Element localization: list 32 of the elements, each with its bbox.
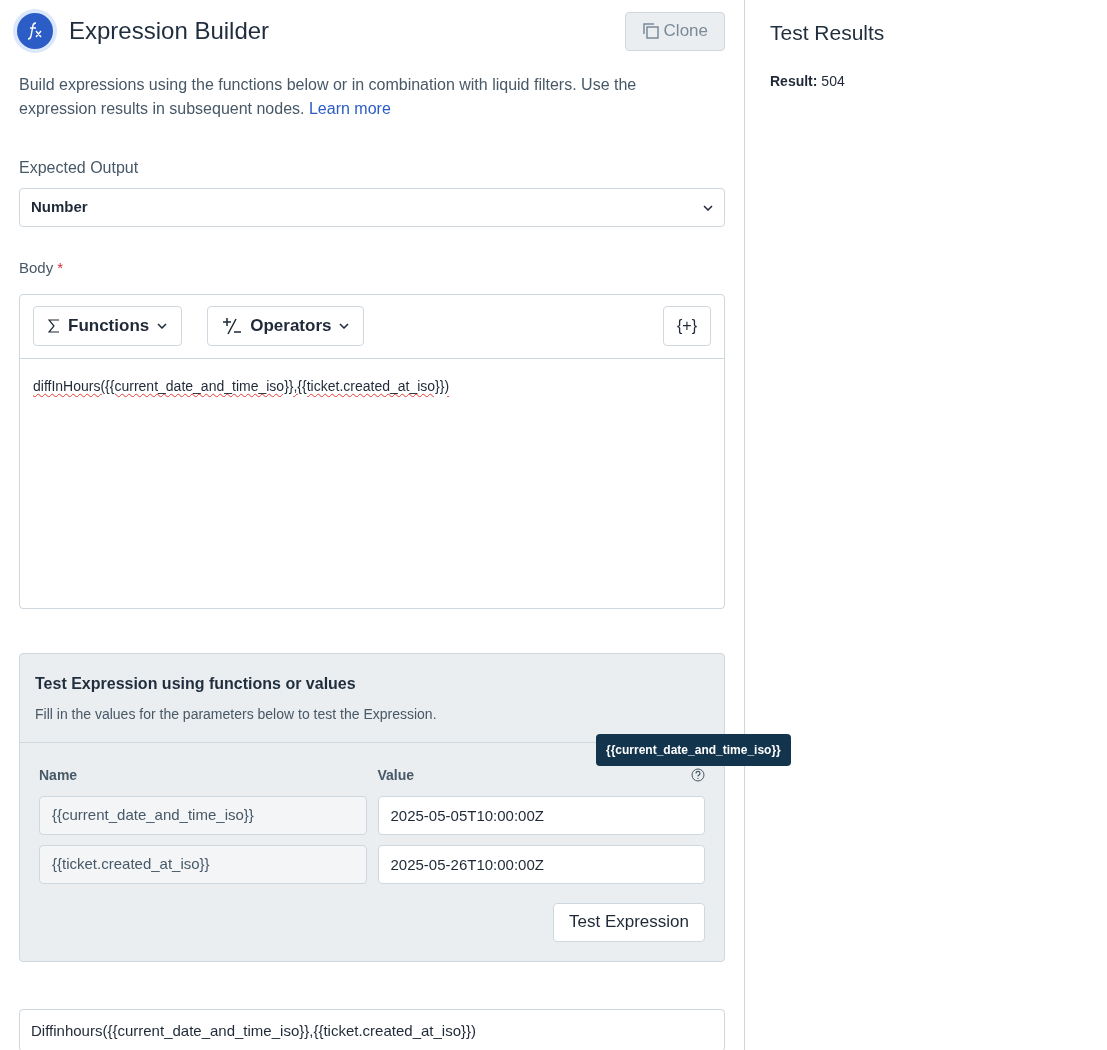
parameter-value-field[interactable]: 2025-05-05T10:00:00Z bbox=[377, 795, 705, 835]
parameter-value-field[interactable]: 2025-05-26T10:00:00Z bbox=[377, 844, 705, 884]
description-text: Build expressions using the functions below or in combination with liquid filters. Use the expression results in subsequent nodes. Learn more bbox=[19, 75, 638, 119]
chevron-down-icon bbox=[157, 323, 168, 329]
learn-more-link[interactable]: Learn more bbox=[308, 100, 391, 117]
output-field[interactable]: Diffinhours({{current_date_and_time_iso}},{{ticket.created_at_iso}}) bbox=[19, 1008, 725, 1050]
insert-placeholder-button[interactable]: {+} bbox=[662, 306, 711, 346]
test-expression-button[interactable]: Test Expression bbox=[553, 902, 705, 942]
chevron-down-icon bbox=[703, 204, 713, 211]
toolbar-dropdown-button[interactable]: Functions bbox=[33, 306, 183, 346]
column-header: Value bbox=[377, 765, 415, 785]
field-label: Body bbox=[19, 258, 54, 278]
results-title: Test Results bbox=[770, 20, 886, 46]
field-label: Expected Output bbox=[19, 158, 140, 178]
expression-text[interactable]: diffInHours({{current_date_and_time_iso}},{{ticket.created_at_iso}}) bbox=[20, 358, 724, 397]
chevron-down-icon bbox=[339, 323, 350, 329]
parameter-name-field: {{ticket.created_at_iso}} bbox=[39, 844, 367, 884]
toolbar-dropdown-button[interactable]: Operators bbox=[207, 306, 365, 346]
required-asterisk: * bbox=[57, 258, 64, 278]
sigma-icon bbox=[48, 319, 60, 333]
tooltip: {{current_date_and_time_iso}} bbox=[596, 733, 791, 766]
result-text: Result: 504 bbox=[770, 71, 846, 91]
output-type-select[interactable]: Number bbox=[19, 188, 725, 227]
panel-subtitle: Fill in the values for the parameters below to test the Expression. bbox=[35, 704, 438, 724]
help-icon bbox=[691, 768, 705, 782]
parameter-name-field: {{current_date_and_time_iso}} bbox=[39, 795, 367, 835]
copy-icon bbox=[641, 22, 660, 40]
page-title: Expression Builder bbox=[69, 16, 270, 46]
plus-minus-icon bbox=[222, 317, 243, 335]
panel-title: Test Expression using functions or values bbox=[35, 673, 357, 694]
function-icon bbox=[13, 9, 57, 53]
column-header: Name bbox=[39, 765, 79, 785]
